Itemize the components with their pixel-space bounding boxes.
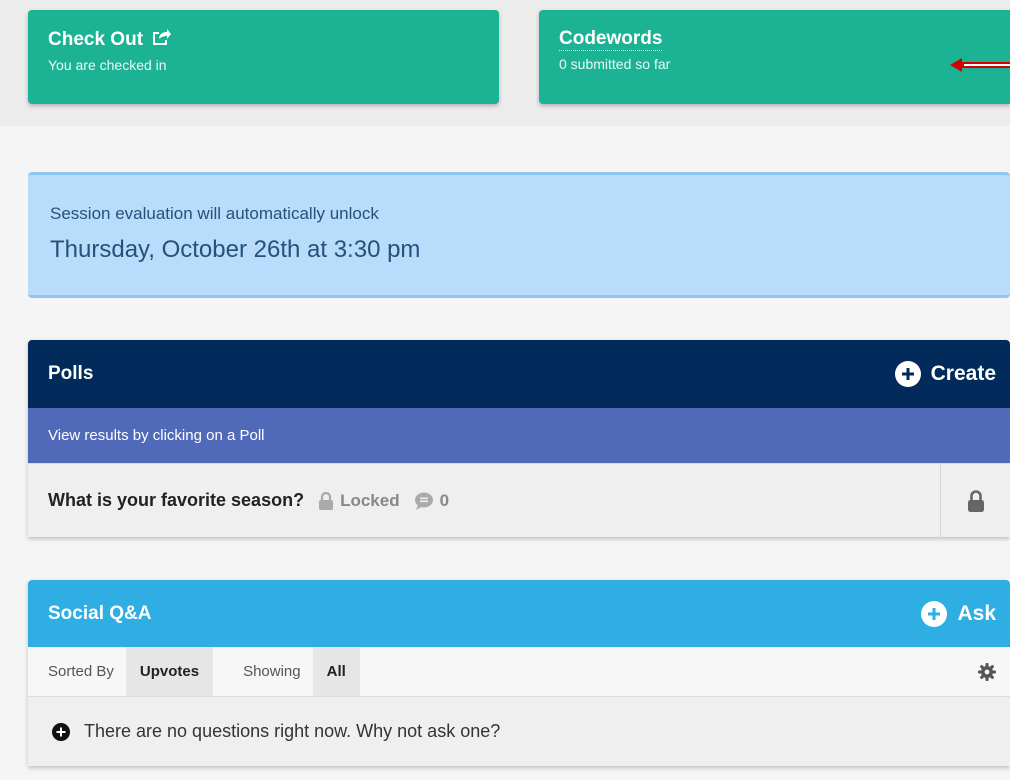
poll-locked-status: Locked — [318, 491, 400, 511]
plus-circle-icon — [894, 361, 921, 387]
qa-filter-bar: Sorted By Upvotes Showing All — [28, 647, 1010, 697]
showing-label: Showing — [243, 663, 301, 680]
poll-item[interactable]: What is your favorite season? Locked 0 — [28, 463, 1010, 537]
ask-question-button[interactable]: Ask — [921, 600, 996, 627]
ask-question-label: Ask — [957, 601, 996, 625]
check-out-status: You are checked in — [48, 57, 167, 73]
create-poll-label: Create — [930, 362, 996, 385]
comment-icon — [414, 492, 433, 510]
poll-comment-count: 0 — [439, 490, 450, 510]
polls-header: Polls Create — [28, 340, 1010, 408]
qa-empty-state: There are no questions right now. Why no… — [28, 697, 1010, 766]
show-all-option[interactable]: All — [312, 647, 360, 696]
polls-panel: Polls Create View results by clicking on… — [28, 340, 1010, 537]
plus-circle-icon — [921, 600, 948, 627]
poll-status-label: Locked — [340, 490, 400, 510]
lock-icon — [967, 489, 984, 512]
social-qa-panel: Social Q&A Ask Sorted By Upvotes Showing… — [28, 580, 1010, 766]
poll-comments: 0 — [414, 491, 449, 511]
poll-lock-toggle[interactable] — [940, 464, 1010, 537]
evaluation-unlock-time: Thursday, October 26th at 3:30 pm — [50, 236, 421, 263]
check-out-title: Check Out — [48, 29, 144, 50]
sorted-by-label: Sorted By — [48, 663, 114, 680]
codewords-title-row: Codewords — [559, 28, 663, 51]
share-icon — [151, 28, 172, 52]
evaluation-notice-text: Session evaluation will automatically un… — [50, 204, 379, 223]
lock-icon — [319, 491, 334, 510]
sort-upvotes-option[interactable]: Upvotes — [125, 647, 214, 696]
social-qa-header: Social Q&A Ask — [28, 580, 1010, 647]
evaluation-notice: Session evaluation will automatically un… — [28, 172, 1010, 298]
check-out-title-row: Check Out — [48, 28, 172, 52]
polls-instructions: View results by clicking on a Poll — [28, 408, 1010, 463]
poll-question: What is your favorite season? — [48, 490, 305, 510]
create-poll-button[interactable]: Create — [894, 361, 996, 387]
codewords-count: 0 submitted so far — [559, 56, 671, 72]
codewords-title: Codewords — [559, 28, 663, 51]
check-out-card[interactable]: Check Out You are checked in — [28, 10, 499, 104]
red-arrow-left-icon — [950, 58, 1010, 72]
qa-empty-message: There are no questions right now. Why no… — [84, 721, 501, 741]
gear-icon[interactable] — [978, 663, 996, 685]
codewords-card[interactable]: Codewords 0 submitted so far — [539, 10, 1010, 104]
plus-circle-icon[interactable] — [52, 722, 70, 741]
polls-title: Polls — [48, 363, 94, 384]
social-qa-title: Social Q&A — [48, 602, 152, 624]
